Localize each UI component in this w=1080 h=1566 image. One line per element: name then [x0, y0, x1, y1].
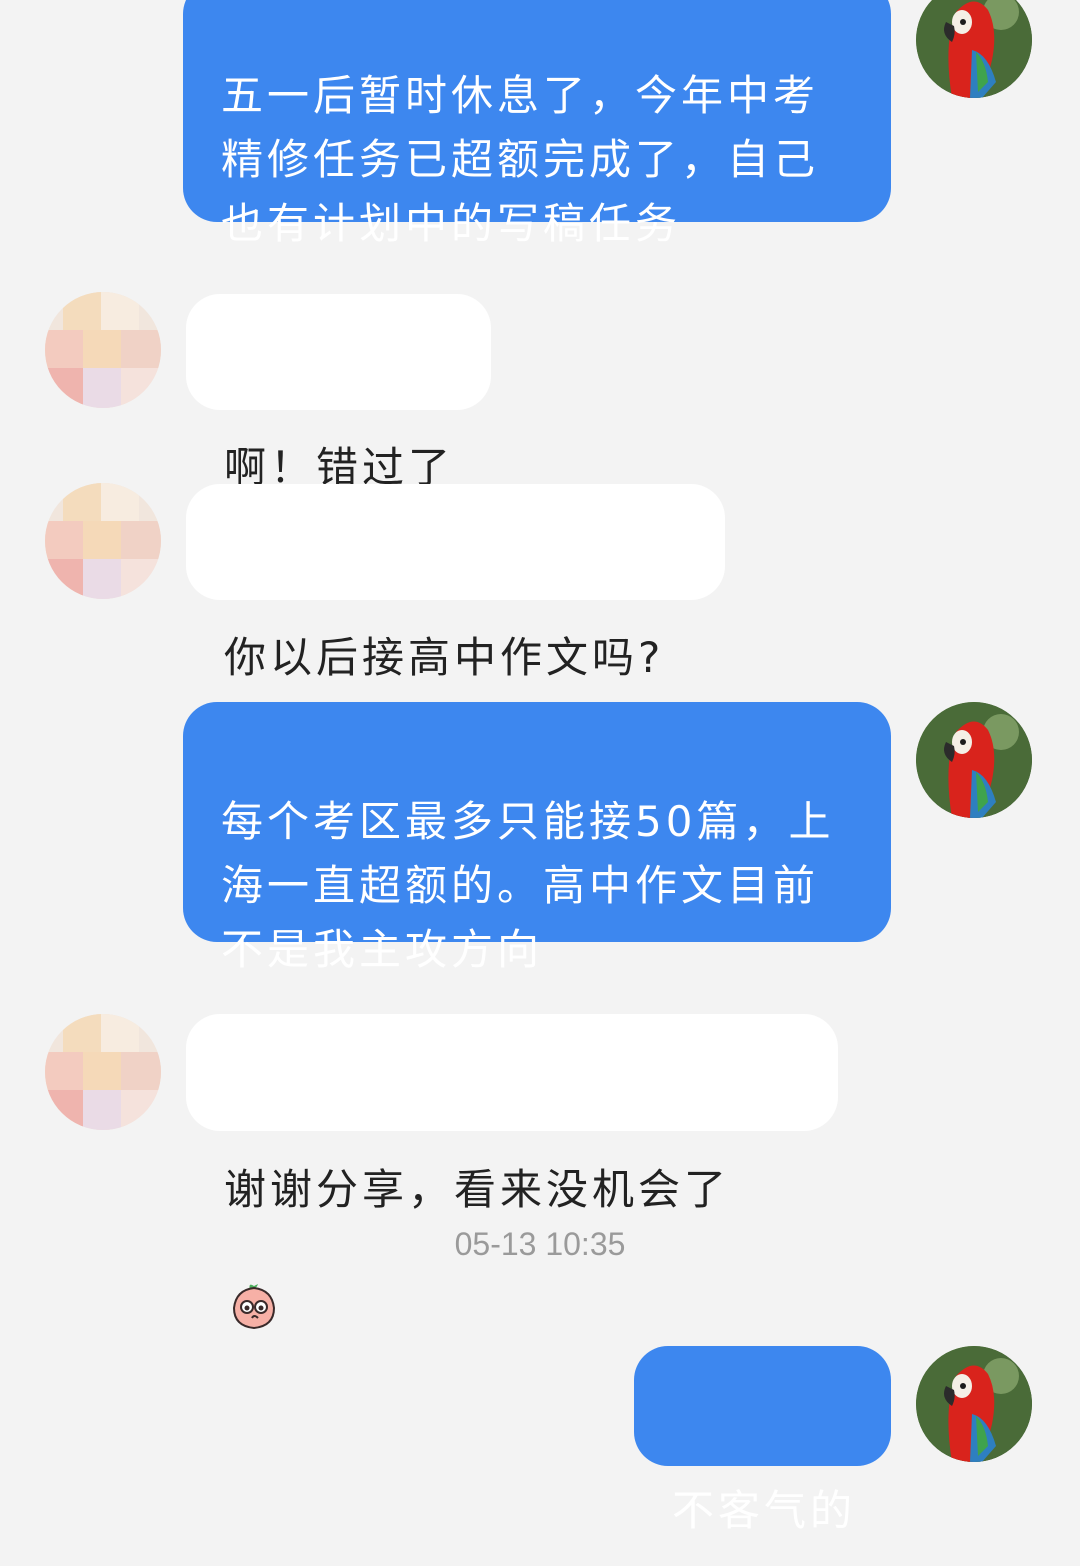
contact-avatar[interactable]	[45, 1014, 161, 1130]
self-avatar[interactable]	[916, 0, 1032, 98]
message-text: 五一后暂时休息了，今年中考 精修任务已超额完成了，自己 也有计划中的写稿任务	[221, 71, 820, 248]
message-bubble-outgoing[interactable]: 五一后暂时休息了，今年中考 精修任务已超额完成了，自己 也有计划中的写稿任务	[183, 0, 891, 248]
peach-face-emoji-icon	[232, 1283, 276, 1329]
pixelated-avatar-icon	[45, 1014, 161, 1130]
parrot-avatar-icon	[916, 1346, 1032, 1462]
message-bubble-incoming[interactable]: 啊！错过了	[186, 294, 491, 492]
message-text: 不客气的	[672, 1486, 857, 1535]
self-avatar[interactable]	[916, 1346, 1032, 1462]
self-avatar[interactable]	[916, 702, 1032, 818]
contact-avatar[interactable]	[45, 292, 161, 408]
pixelated-avatar-icon	[45, 292, 161, 408]
message-bubble-outgoing[interactable]: 每个考区最多只能接50篇，上 海一直超额的。高中作文目前 不是我主攻方向	[183, 702, 891, 974]
message-text: 你以后接高中作文吗?	[224, 633, 665, 682]
parrot-avatar-icon	[916, 0, 1032, 98]
pixelated-avatar-icon	[45, 483, 161, 599]
contact-avatar[interactable]	[45, 483, 161, 599]
message-bubble-outgoing[interactable]: 不客气的	[634, 1346, 891, 1535]
message-bubble-incoming[interactable]: 谢谢分享，看来没机会了	[186, 1014, 838, 1329]
message-bubble-incoming[interactable]: 你以后接高中作文吗?	[186, 484, 725, 682]
message-text: 谢谢分享，看来没机会了	[224, 1165, 731, 1214]
message-timestamp: 05-13 10:35	[454, 1226, 626, 1262]
parrot-avatar-icon	[916, 702, 1032, 818]
message-text: 每个考区最多只能接50篇，上 海一直超额的。高中作文目前 不是我主攻方向	[221, 797, 835, 974]
